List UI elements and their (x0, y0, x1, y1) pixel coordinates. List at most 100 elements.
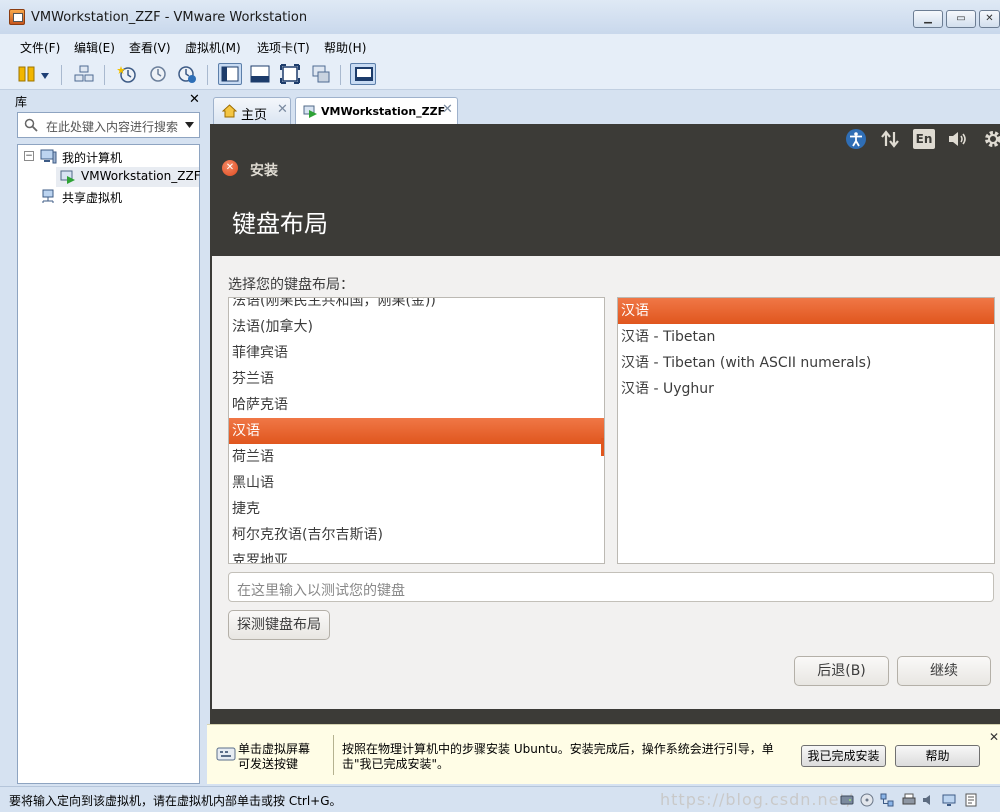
title-bar: VMWorkstation_ZZF - VMware Workstation ▁… (0, 0, 1000, 34)
hard-disk-icon[interactable] (840, 793, 854, 807)
running-vm-icon (303, 105, 317, 118)
console-view-button[interactable] (350, 63, 376, 85)
variant-list-item[interactable]: 汉语 - Tibetan (with ASCII numerals) (618, 350, 994, 376)
full-screen-icon[interactable] (280, 64, 300, 84)
back-button[interactable]: 后退(B) (794, 656, 889, 686)
display-icon[interactable] (942, 793, 956, 807)
unity-mode-icon[interactable] (311, 64, 331, 84)
network-arrows-icon[interactable] (880, 130, 900, 148)
layout-list-item[interactable]: 菲律宾语 (229, 340, 604, 366)
layout-list-item[interactable]: 荷兰语 (229, 444, 604, 470)
library-tree: − 我的计算机 VMWorkstation_ZZF 共享虚拟机 (17, 144, 201, 784)
install-hint-bar: 单击虚拟屏幕 可发送按键 按照在物理计算机中的步骤安装 Ubuntu。安装完成后… (207, 724, 1000, 784)
menu-vm[interactable]: 虚拟机(M) (185, 39, 241, 56)
layout-list-item[interactable]: 黑山语 (229, 470, 604, 496)
continue-button[interactable]: 继续 (897, 656, 991, 686)
page-title: 键盘布局 (232, 210, 328, 238)
close-button[interactable]: ✕ (979, 10, 1000, 28)
show-library-button[interactable] (218, 63, 242, 85)
toolbar-separator (61, 65, 62, 85)
detect-layout-button[interactable]: 探测键盘布局 (228, 610, 330, 640)
printer-icon[interactable] (902, 793, 916, 807)
revert-snapshot-icon[interactable] (148, 64, 168, 84)
toolbar-separator (340, 65, 341, 85)
close-hint-icon[interactable]: ✕ (989, 730, 999, 744)
keyboard-test-input[interactable]: 在这里输入以测试您的键盘 (228, 572, 994, 602)
tree-item-vm[interactable]: VMWorkstation_ZZF (56, 167, 201, 187)
variant-list-item[interactable]: 汉语 (618, 298, 994, 324)
tab-vm[interactable]: VMWorkstation_ZZF ✕ (295, 97, 458, 125)
tab-home[interactable]: 主页 ✕ (213, 97, 291, 124)
window-title: VMWorkstation_ZZF - VMware Workstation (31, 10, 308, 25)
install-instructions: 按照在物理计算机中的步骤安装 Ubuntu。安装完成后，操作系统会进行引导，单击… (342, 742, 774, 771)
keyboard-test-placeholder: 在这里输入以测试您的键盘 (237, 583, 405, 599)
library-close-icon[interactable]: ✕ (189, 92, 200, 107)
library-search-placeholder: 在此处键入内容进行搜索 (46, 120, 179, 134)
tab-home-close-icon[interactable]: ✕ (277, 102, 288, 117)
vm-screen[interactable]: En ✕ 安装 键盘布局 选择您的键盘布局： 法语(刚果民主共和国，刚果(金))… (210, 124, 1000, 724)
layout-list[interactable]: 法语(刚果民主共和国，刚果(金)) 法语(加拿大) 菲律宾语 芬兰语 哈萨克语 汉语 荷兰语… (228, 297, 605, 564)
settings-gear-icon[interactable] (983, 129, 1000, 149)
layout-list-item[interactable]: 法语(刚果民主共和国，刚果(金)) (229, 298, 604, 314)
library-icon (221, 66, 239, 82)
watermark: https://blog.csdn.net/ (660, 790, 854, 809)
menu-edit[interactable]: 编辑(E) (74, 39, 115, 56)
library-header: 库 ✕ (13, 92, 203, 109)
ubuntu-top-panel: En (210, 124, 1000, 154)
send-ctrl-alt-del-icon[interactable] (74, 64, 94, 84)
menu-view[interactable]: 查看(V) (129, 39, 171, 56)
layout-list-item[interactable]: 克罗地亚 (229, 548, 604, 563)
library-search-input[interactable]: 在此处键入内容进行搜索 (17, 112, 200, 138)
power-dropdown-icon[interactable] (40, 72, 50, 80)
installer-close-icon[interactable]: ✕ (222, 160, 238, 176)
layout-list-item[interactable]: 芬兰语 (229, 366, 604, 392)
keyboard-click-icon (216, 747, 236, 761)
choose-layout-label: 选择您的键盘布局： (228, 277, 354, 293)
layout-list-item[interactable]: 法语(加拿大) (229, 314, 604, 340)
installer-window-title: 安装 (250, 163, 278, 179)
toolbar (0, 58, 1000, 90)
collapse-icon[interactable]: − (24, 151, 34, 161)
layout-list-item[interactable]: 哈萨克语 (229, 392, 604, 418)
layout-list-item[interactable]: 捷克 (229, 496, 604, 522)
volume-icon[interactable] (947, 130, 969, 148)
installer-window: ✕ 安装 键盘布局 选择您的键盘布局： 法语(刚果民主共和国，刚果(金)) 法语(… (212, 154, 1000, 709)
search-icon (24, 118, 38, 132)
take-snapshot-icon[interactable] (117, 64, 137, 84)
tree-label-shared-vms: 共享虚拟机 (62, 191, 123, 205)
tree-item-my-computer[interactable]: − 我的计算机 (24, 148, 194, 168)
cd-rom-icon[interactable] (860, 793, 874, 807)
variant-list-item[interactable]: 汉语 - Tibetan (618, 324, 994, 350)
snapshot-manager-icon[interactable] (177, 64, 197, 84)
status-text: 要将输入定向到该虚拟机，请在虚拟机内部单击或按 Ctrl+G。 (9, 794, 342, 808)
keyboard-language-indicator[interactable]: En (913, 129, 935, 149)
tab-home-label: 主页 (241, 108, 268, 123)
variant-list[interactable]: 汉语 汉语 - Tibetan 汉语 - Tibetan (with ASCII n… (617, 297, 995, 564)
help-button[interactable]: 帮助 (895, 745, 980, 767)
status-bar: 要将输入定向到该虚拟机，请在虚拟机内部单击或按 Ctrl+G。 https://… (0, 786, 1000, 812)
layout-list-item[interactable]: 汉语 (229, 418, 604, 444)
maximize-button[interactable]: ▭ (946, 10, 976, 28)
finished-install-button[interactable]: 我已完成安装 (801, 745, 886, 767)
message-log-icon[interactable] (964, 793, 978, 807)
pause-icon[interactable] (17, 64, 37, 84)
click-screen-hint: 单击虚拟屏幕 可发送按键 (238, 742, 311, 771)
network-adapter-icon[interactable] (880, 793, 894, 807)
tab-vm-close-icon[interactable]: ✕ (442, 102, 453, 117)
variant-list-items: 汉语 汉语 - Tibetan 汉语 - Tibetan (with ASCII n… (618, 298, 994, 402)
minimize-button[interactable]: ▁ (913, 10, 943, 28)
menu-file[interactable]: 文件(F) (20, 39, 60, 56)
thumbnail-bar-icon[interactable] (250, 65, 270, 83)
layout-list-scrollbar[interactable] (601, 438, 604, 456)
console-view-icon (355, 67, 373, 81)
sound-card-icon[interactable] (922, 793, 936, 807)
variant-list-item[interactable]: 汉语 - Uyghur (618, 376, 994, 402)
search-dropdown-icon[interactable] (185, 122, 194, 128)
menu-help[interactable]: 帮助(H) (324, 39, 366, 56)
layout-list-item[interactable]: 柯尔克孜语(吉尔吉斯语) (229, 522, 604, 548)
layout-list-items: 法语(刚果民主共和国，刚果(金)) 法语(加拿大) 菲律宾语 芬兰语 哈萨克语 汉语 荷兰语… (229, 298, 604, 563)
tree-label-vm: VMWorkstation_ZZF (81, 169, 201, 183)
accessibility-icon[interactable] (845, 128, 867, 150)
tree-item-shared-vms[interactable]: 共享虚拟机 (40, 187, 190, 207)
menu-tabs[interactable]: 选项卡(T) (257, 39, 310, 56)
